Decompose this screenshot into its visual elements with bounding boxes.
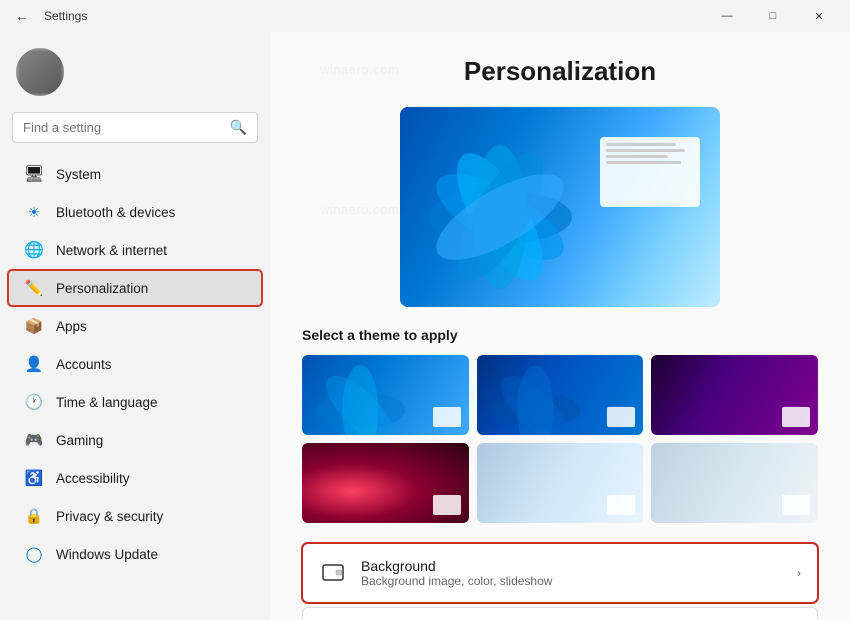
settings-list: Background Background image, color, slid… bbox=[302, 543, 818, 620]
theme-section-label: Select a theme to apply bbox=[302, 327, 818, 343]
thumb-mini-window-2 bbox=[607, 407, 635, 427]
avatar bbox=[16, 48, 64, 96]
main-panel: winaero.com winaero.com winaero.com wina… bbox=[270, 32, 850, 620]
sidebar-item-label: Time & language bbox=[56, 395, 158, 410]
sidebar-item-system[interactable]: 🖥 System bbox=[8, 156, 262, 192]
user-avatar-area bbox=[0, 40, 270, 104]
sidebar-item-label: Gaming bbox=[56, 433, 103, 448]
content-area: 🔍 🖥 System ☀ Bluetooth & devices 🌐 Netwo… bbox=[0, 32, 850, 620]
sidebar-item-time[interactable]: 🕐 Time & language bbox=[8, 384, 262, 420]
thumb-mini-window-4 bbox=[433, 495, 461, 515]
privacy-icon: 🔒 bbox=[24, 506, 44, 526]
sidebar-item-accounts[interactable]: 👤 Accounts bbox=[8, 346, 262, 382]
personalization-icon: ✏️ bbox=[24, 278, 44, 298]
sidebar: 🔍 🖥 System ☀ Bluetooth & devices 🌐 Netwo… bbox=[0, 32, 270, 620]
gaming-icon: 🎮 bbox=[24, 430, 44, 450]
network-icon: 🌐 bbox=[24, 240, 44, 260]
sidebar-item-label: Privacy & security bbox=[56, 509, 163, 524]
sidebar-item-label: System bbox=[56, 167, 101, 182]
sidebar-item-label: Personalization bbox=[56, 281, 148, 296]
themes-grid bbox=[302, 355, 818, 523]
settings-window: ← Settings — □ ✕ 🔍 🖥 bbox=[0, 0, 850, 620]
page-title: Personalization bbox=[302, 56, 818, 87]
system-icon: 🖥 bbox=[24, 164, 44, 184]
preview-inner bbox=[400, 107, 720, 307]
search-box[interactable]: 🔍 bbox=[12, 112, 258, 143]
sidebar-item-label: Accounts bbox=[56, 357, 112, 372]
watermark-3: winaero.com bbox=[320, 202, 399, 217]
settings-item-colors[interactable]: Colors Accent color, transparency effect… bbox=[302, 607, 818, 620]
sidebar-item-label: Accessibility bbox=[56, 471, 130, 486]
sidebar-item-personalization[interactable]: ✏️ Personalization bbox=[8, 270, 262, 306]
thumb-mini-window-1 bbox=[433, 407, 461, 427]
theme-thumbnail-4[interactable] bbox=[302, 443, 469, 523]
theme-thumbnail-6[interactable] bbox=[651, 443, 818, 523]
theme-thumbnail-2[interactable] bbox=[477, 355, 644, 435]
accounts-icon: 👤 bbox=[24, 354, 44, 374]
bluetooth-icon: ☀ bbox=[24, 202, 44, 222]
settings-item-background[interactable]: Background Background image, color, slid… bbox=[302, 543, 818, 603]
background-subtitle: Background image, color, slideshow bbox=[361, 574, 783, 588]
sidebar-item-label: Bluetooth & devices bbox=[56, 205, 175, 220]
search-icon: 🔍 bbox=[230, 119, 247, 136]
search-input[interactable] bbox=[23, 120, 222, 135]
titlebar-title: Settings bbox=[44, 9, 87, 23]
background-icon bbox=[319, 559, 347, 587]
titlebar: ← Settings — □ ✕ bbox=[0, 0, 850, 32]
sidebar-item-windows-update[interactable]: ◯ Windows Update bbox=[8, 536, 262, 572]
theme-preview bbox=[400, 107, 720, 307]
preview-floating-window bbox=[600, 137, 700, 207]
sidebar-item-label: Windows Update bbox=[56, 547, 158, 562]
time-icon: 🕐 bbox=[24, 392, 44, 412]
minimize-button[interactable]: — bbox=[704, 0, 750, 32]
thumb-mini-window-5 bbox=[607, 495, 635, 515]
apps-icon: 📦 bbox=[24, 316, 44, 336]
titlebar-left: ← Settings bbox=[8, 2, 704, 30]
sidebar-item-network[interactable]: 🌐 Network & internet bbox=[8, 232, 262, 268]
background-text: Background Background image, color, slid… bbox=[361, 558, 783, 588]
sidebar-item-gaming[interactable]: 🎮 Gaming bbox=[8, 422, 262, 458]
titlebar-controls: — □ ✕ bbox=[704, 0, 842, 32]
sidebar-item-privacy[interactable]: 🔒 Privacy & security bbox=[8, 498, 262, 534]
background-arrow: › bbox=[797, 566, 801, 580]
theme-thumbnail-5[interactable] bbox=[477, 443, 644, 523]
sidebar-item-accessibility[interactable]: ♿ Accessibility bbox=[8, 460, 262, 496]
maximize-button[interactable]: □ bbox=[750, 0, 796, 32]
sidebar-item-apps[interactable]: 📦 Apps bbox=[8, 308, 262, 344]
windows-update-icon: ◯ bbox=[24, 544, 44, 564]
back-button[interactable]: ← bbox=[8, 2, 36, 30]
sidebar-item-label: Apps bbox=[56, 319, 87, 334]
thumb-mini-window-6 bbox=[782, 495, 810, 515]
background-title: Background bbox=[361, 558, 783, 574]
accessibility-icon: ♿ bbox=[24, 468, 44, 488]
sidebar-item-label: Network & internet bbox=[56, 243, 167, 258]
theme-thumbnail-1[interactable] bbox=[302, 355, 469, 435]
close-button[interactable]: ✕ bbox=[796, 0, 842, 32]
thumb-mini-window-3 bbox=[782, 407, 810, 427]
sidebar-item-bluetooth[interactable]: ☀ Bluetooth & devices bbox=[8, 194, 262, 230]
theme-thumbnail-3[interactable] bbox=[651, 355, 818, 435]
preview-flower bbox=[410, 127, 590, 307]
